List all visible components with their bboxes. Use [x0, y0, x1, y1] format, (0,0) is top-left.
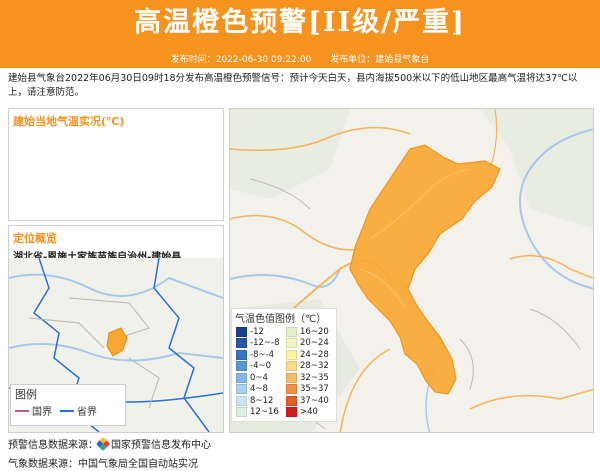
legend-swatch: [286, 384, 297, 395]
temperature-panel-title: 建始当地气温实况(℃): [13, 115, 125, 128]
legend-swatch: [236, 349, 247, 360]
legend-label: 16~20: [300, 326, 329, 337]
legend-swatch: [286, 326, 297, 337]
legend-swatch: [236, 338, 247, 349]
legend-swatch: [286, 372, 297, 383]
legend-country-border: 国界: [11, 403, 56, 418]
alert-title: 高温橙色预警[II级/严重]: [134, 7, 466, 38]
warning-source-name[interactable]: 国家预警信息发布中心: [111, 440, 211, 451]
legend-label: -12: [250, 326, 264, 337]
legend-label: 4~8: [250, 384, 268, 395]
temperature-legend-title: 气温色值图例（℃）: [235, 314, 327, 325]
legend-item: 4~8: [232, 384, 282, 396]
location-panel-title: 定位概览: [13, 232, 57, 245]
legend-item: 12~16: [232, 407, 282, 419]
warning-center-logo-icon: [95, 436, 111, 452]
legend-label: 32~35: [300, 372, 329, 383]
legend-item: 24~28: [282, 349, 332, 361]
legend-label: 35~37: [300, 384, 329, 395]
country-border-swatch: [15, 409, 29, 412]
map-legend-small: 图例 国界 省界: [10, 384, 126, 426]
alert-meta-bar: 发布时间：2022-06-30 09:22:00 发布单位：建始县气象台: [0, 52, 600, 68]
legend-item: 35~37: [282, 384, 332, 396]
legend-swatch: [236, 395, 247, 406]
legend-label: -4~0: [250, 361, 272, 372]
legend-swatch: [236, 407, 247, 418]
temperature-legend: 气温色值图例（℃） -12 16~20 -12~-8 20~24 -8~-4 24~28-…: [231, 308, 337, 422]
country-border-label: 国界: [32, 407, 52, 418]
temperature-legend-grid: -12 16~20 -12~-8 20~24 -8~-4 24~28 -4~0 28~32 0~…: [232, 326, 336, 418]
legend-label: 24~28: [300, 349, 329, 360]
legend-swatch: [236, 326, 247, 337]
legend-swatch: [286, 349, 297, 360]
warning-source-line: 预警信息数据来源： 国家预警信息发布中心: [8, 436, 211, 452]
legend-item: 32~35: [282, 372, 332, 384]
temperature-panel: 建始当地气温实况(℃): [8, 108, 224, 221]
legend-swatch: [286, 407, 297, 418]
legend-item: 37~40: [282, 395, 332, 407]
legend-item: >40: [282, 407, 332, 419]
legend-swatch: [236, 372, 247, 383]
legend-item: -4~0: [232, 361, 282, 373]
legend-item: 20~24: [282, 338, 332, 350]
legend-swatch: [286, 338, 297, 349]
legend-item: 16~20: [282, 326, 332, 338]
legend-swatch: [286, 361, 297, 372]
legend-swatch: [286, 395, 297, 406]
legend-label: 8~12: [250, 395, 274, 406]
alert-header: 高温橙色预警[II级/严重]: [0, 0, 600, 52]
legend-swatch: [236, 361, 247, 372]
small-legend-title: 图例: [15, 388, 37, 401]
province-border-label: 省界: [77, 407, 97, 418]
province-border-swatch: [60, 409, 74, 412]
legend-label: 0~4: [250, 372, 268, 383]
legend-item: -12: [232, 326, 282, 338]
legend-label: -12~-8: [250, 338, 280, 349]
legend-label: >40: [300, 407, 318, 418]
legend-swatch: [236, 384, 247, 395]
legend-label: 20~24: [300, 338, 329, 349]
legend-item: -8~-4: [232, 349, 282, 361]
warning-source-label: 预警信息数据来源：: [8, 440, 98, 451]
legend-label: -8~-4: [250, 349, 275, 360]
legend-label: 28~32: [300, 361, 329, 372]
legend-item: 0~4: [232, 372, 282, 384]
legend-item: 28~32: [282, 361, 332, 373]
publish-time: 发布时间：2022-06-30 09:22:00: [170, 55, 312, 65]
legend-item: 8~12: [232, 395, 282, 407]
legend-province-border: 省界: [56, 403, 101, 418]
legend-label: 37~40: [300, 395, 329, 406]
legend-item: -12~-8: [232, 338, 282, 350]
alert-description: 建始县气象台2022年06月30日09时18分发布高温橙色预警信号：预计今天白天…: [8, 73, 578, 98]
publisher: 发布单位：建始县气象台: [330, 55, 430, 65]
legend-label: 12~16: [250, 407, 279, 418]
weather-source-line: 气象数据来源：中国气象局全国自动站实况: [8, 459, 198, 470]
